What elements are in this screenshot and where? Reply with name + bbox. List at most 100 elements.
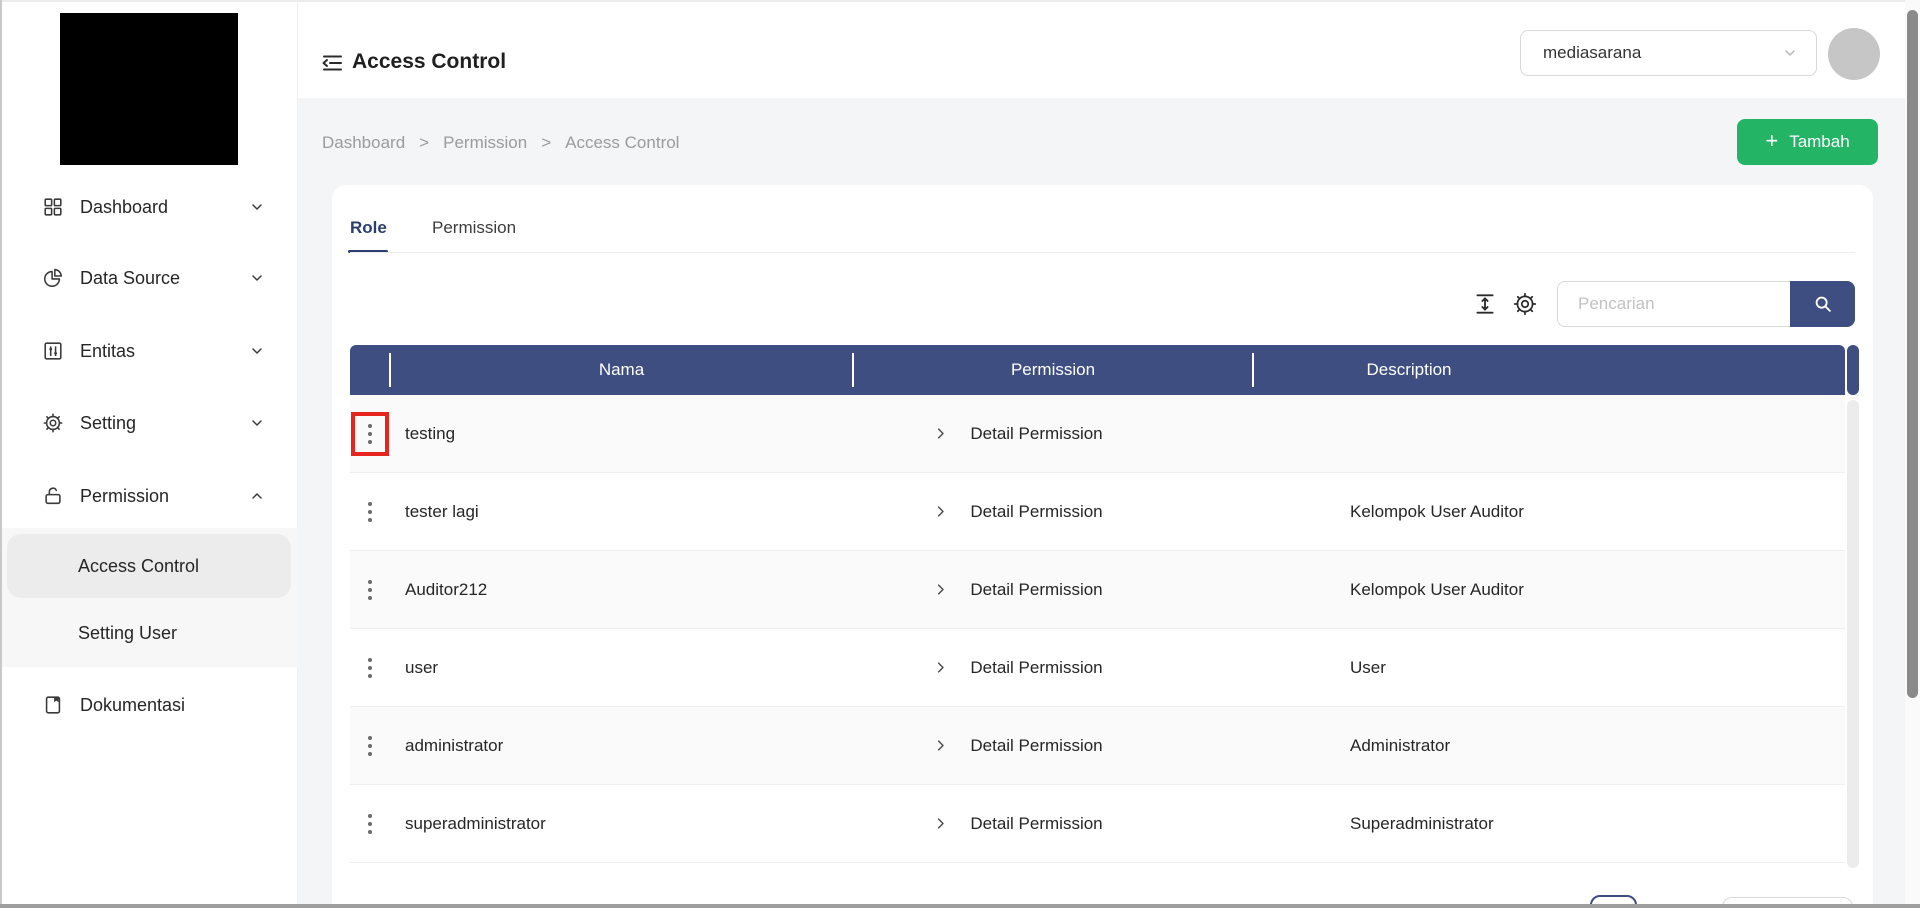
detail-permission-link[interactable]: Detail Permission: [933, 736, 1102, 756]
role-description: User: [1253, 629, 1845, 706]
table-row: administrator Detail Permission Administ…: [350, 707, 1845, 785]
sidebar-item-label: Data Source: [80, 268, 180, 289]
kebab-menu-icon[interactable]: [351, 646, 389, 690]
sidebar-item-dokumentasi[interactable]: Dokumentasi: [0, 685, 298, 725]
sidebar-item-setting-user[interactable]: Setting User: [0, 606, 298, 660]
column-header-permission: Permission: [853, 345, 1253, 395]
sidebar-item-permission[interactable]: Permission: [0, 476, 298, 516]
add-button[interactable]: + Tambah: [1737, 119, 1878, 165]
role-name: Auditor212: [390, 551, 853, 628]
chevron-right-icon: [933, 738, 948, 753]
row-height-icon[interactable]: [1472, 291, 1498, 317]
sidebar-item-label: Setting: [80, 413, 136, 434]
kebab-menu-icon[interactable]: [351, 568, 389, 612]
role-description: [1253, 395, 1845, 472]
breadcrumb-item-permission[interactable]: Permission: [443, 133, 527, 153]
workspace-select[interactable]: mediasarana: [1520, 30, 1817, 76]
search-button[interactable]: [1790, 281, 1855, 327]
chevron-down-icon: [249, 270, 265, 286]
role-description: Kelompok User Auditor: [1253, 551, 1845, 628]
kebab-menu-icon[interactable]: [351, 802, 389, 846]
kebab-menu-icon[interactable]: [351, 490, 389, 534]
window-top-edge: [0, 0, 1920, 2]
role-description: Kelompok User Auditor: [1253, 473, 1845, 550]
sliders-icon: [42, 340, 64, 362]
detail-permission-label: Detail Permission: [970, 424, 1102, 444]
sidebar-item-entitas[interactable]: Entitas: [0, 331, 298, 371]
plus-icon: +: [1765, 130, 1778, 152]
role-name: tester lagi: [390, 473, 853, 550]
role-description: Administrator: [1253, 707, 1845, 784]
chevron-right-icon: [933, 660, 948, 675]
table-header-row: Nama Permission Description: [350, 345, 1845, 395]
submenu-item-label: Access Control: [78, 556, 199, 577]
table-row: tester lagi Detail Permission Kelompok U…: [350, 473, 1845, 551]
tab-role[interactable]: Role: [350, 218, 387, 238]
detail-permission-label: Detail Permission: [970, 502, 1102, 522]
sidebar-item-label: Permission: [80, 486, 169, 507]
role-name: administrator: [390, 707, 853, 784]
breadcrumb: Dashboard > Permission > Access Control: [322, 133, 679, 153]
sidebar-item-label: Dashboard: [80, 197, 168, 218]
roles-table: Nama Permission Description testing Deta…: [350, 345, 1845, 863]
chevron-right-icon: [933, 582, 948, 597]
detail-permission-label: Detail Permission: [970, 814, 1102, 834]
role-name: testing: [390, 395, 853, 472]
menu-fold-icon[interactable]: [320, 51, 344, 75]
table-row: testing Detail Permission: [350, 395, 1845, 473]
sidebar-item-setting[interactable]: Setting: [0, 403, 298, 443]
kebab-menu-icon[interactable]: [351, 724, 389, 768]
avatar[interactable]: [1828, 28, 1880, 80]
workspace-select-value: mediasarana: [1543, 43, 1782, 63]
table-row: user Detail Permission User: [350, 629, 1845, 707]
breadcrumb-separator: >: [419, 133, 429, 153]
kebab-menu-icon[interactable]: [351, 412, 389, 456]
table-row: superadministrator Detail Permission Sup…: [350, 785, 1845, 863]
add-button-label: Tambah: [1789, 132, 1849, 152]
sidebar-item-access-control[interactable]: Access Control: [0, 534, 298, 598]
search-input[interactable]: [1557, 281, 1790, 327]
role-description: Superadministrator: [1253, 785, 1845, 862]
sidebar-item-data-source[interactable]: Data Source: [0, 258, 298, 298]
breadcrumb-item-access-control[interactable]: Access Control: [565, 133, 679, 153]
sidebar-item-label: Entitas: [80, 341, 135, 362]
book-icon: [42, 694, 64, 716]
table-scrollbar[interactable]: [1847, 400, 1859, 868]
detail-permission-link[interactable]: Detail Permission: [933, 580, 1102, 600]
detail-permission-link[interactable]: Detail Permission: [933, 814, 1102, 834]
chevron-down-icon: [249, 199, 265, 215]
detail-permission-link[interactable]: Detail Permission: [933, 658, 1102, 678]
chevron-right-icon: [933, 426, 948, 441]
logo: [60, 13, 238, 165]
chevron-up-icon: [249, 488, 265, 504]
sidebar-item-dashboard[interactable]: Dashboard: [0, 187, 298, 227]
table-scrollbar-header-cap: [1847, 345, 1859, 395]
sidebar: Dashboard Data Source: [0, 0, 298, 908]
window-left-edge: [0, 0, 2, 908]
detail-permission-link[interactable]: Detail Permission: [933, 502, 1102, 522]
role-name: user: [390, 629, 853, 706]
chevron-down-icon: [249, 415, 265, 431]
table-row: Auditor212 Detail Permission Kelompok Us…: [350, 551, 1845, 629]
page-scrollbar[interactable]: [1907, 10, 1918, 698]
column-header-actions: [350, 345, 390, 395]
window-bottom-edge: [0, 904, 1920, 908]
grid-icon: [42, 196, 64, 218]
breadcrumb-item-dashboard[interactable]: Dashboard: [322, 133, 405, 153]
chevron-right-icon: [933, 504, 948, 519]
page-title: Access Control: [352, 50, 506, 74]
gear-icon: [42, 412, 64, 434]
role-name: superadministrator: [390, 785, 853, 862]
table-settings-gear-icon[interactable]: [1512, 291, 1538, 317]
tab-permission[interactable]: Permission: [432, 218, 516, 238]
app-window: Dashboard Data Source: [0, 0, 1920, 908]
tabs-divider: [350, 252, 1855, 253]
detail-permission-label: Detail Permission: [970, 736, 1102, 756]
detail-permission-link[interactable]: Detail Permission: [933, 424, 1102, 444]
detail-permission-label: Detail Permission: [970, 580, 1102, 600]
sidebar-item-label: Dokumentasi: [80, 695, 185, 716]
chevron-down-icon: [249, 343, 265, 359]
column-header-description: Description: [1253, 345, 1845, 395]
detail-permission-label: Detail Permission: [970, 658, 1102, 678]
chevron-down-icon: [1782, 45, 1798, 61]
